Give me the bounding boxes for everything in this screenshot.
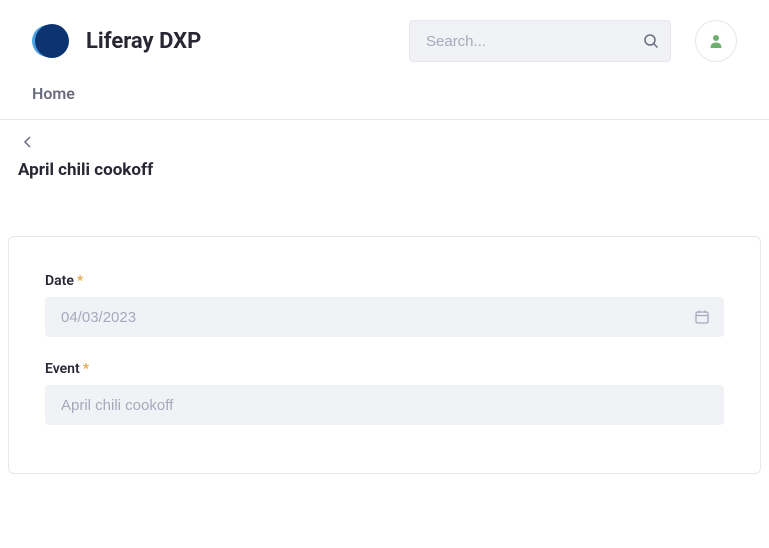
event-label-text: Event: [45, 361, 80, 377]
date-label-text: Date: [45, 273, 74, 289]
date-label: Date*: [45, 273, 724, 289]
brand-title: Liferay DXP: [86, 29, 201, 54]
date-input-wrapper: [45, 297, 724, 337]
event-input-wrapper: [45, 385, 724, 425]
brand: Liferay DXP: [32, 23, 201, 59]
back-button[interactable]: [18, 132, 38, 152]
event-field-group: Event*: [45, 361, 724, 425]
date-input[interactable]: [45, 297, 724, 337]
required-indicator: *: [77, 273, 83, 289]
liferay-logo-icon: [32, 23, 70, 59]
form-card: Date* Event*: [8, 236, 761, 474]
header: Liferay DXP: [0, 0, 769, 70]
user-avatar[interactable]: [695, 20, 737, 62]
content-header: April chili cookoff: [0, 120, 769, 188]
search-input[interactable]: [409, 20, 671, 62]
page-title: April chili cookoff: [18, 160, 761, 188]
event-input[interactable]: [45, 385, 724, 425]
header-right: [409, 20, 737, 62]
content-area: Date* Event*: [0, 188, 769, 474]
nav-bar: Home: [0, 70, 769, 120]
search-icon[interactable]: [643, 33, 659, 49]
nav-home[interactable]: Home: [32, 84, 75, 103]
date-field-group: Date*: [45, 273, 724, 337]
calendar-icon[interactable]: [694, 309, 710, 325]
event-label: Event*: [45, 361, 724, 377]
search-box: [409, 20, 671, 62]
required-indicator: *: [83, 361, 89, 377]
